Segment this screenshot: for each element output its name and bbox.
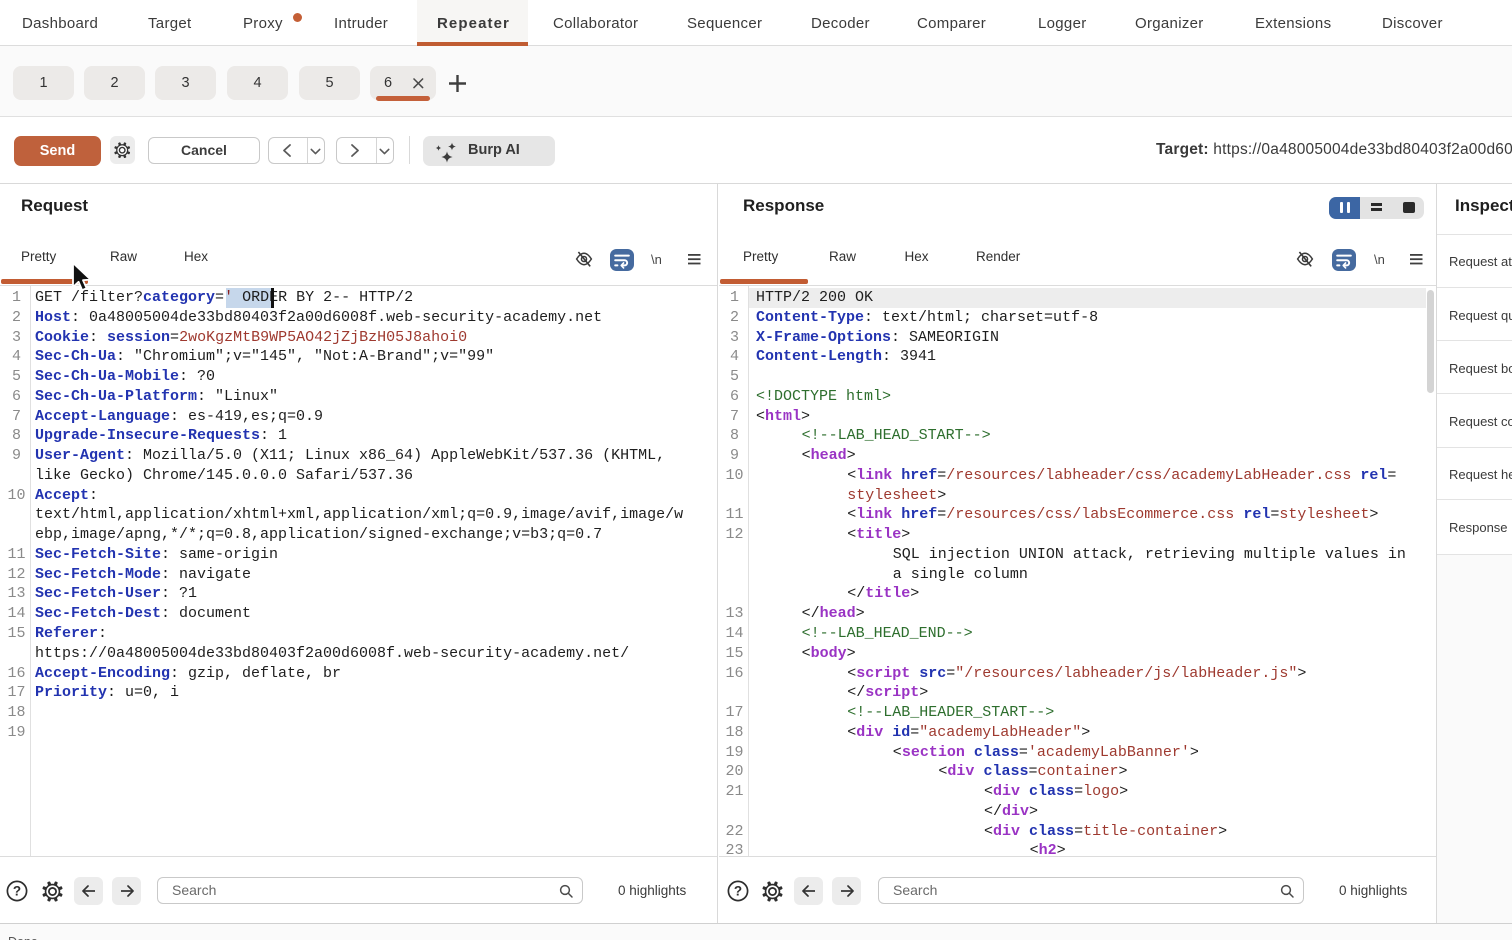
svg-text:?: ? — [734, 883, 742, 898]
svg-text:?: ? — [13, 883, 21, 898]
